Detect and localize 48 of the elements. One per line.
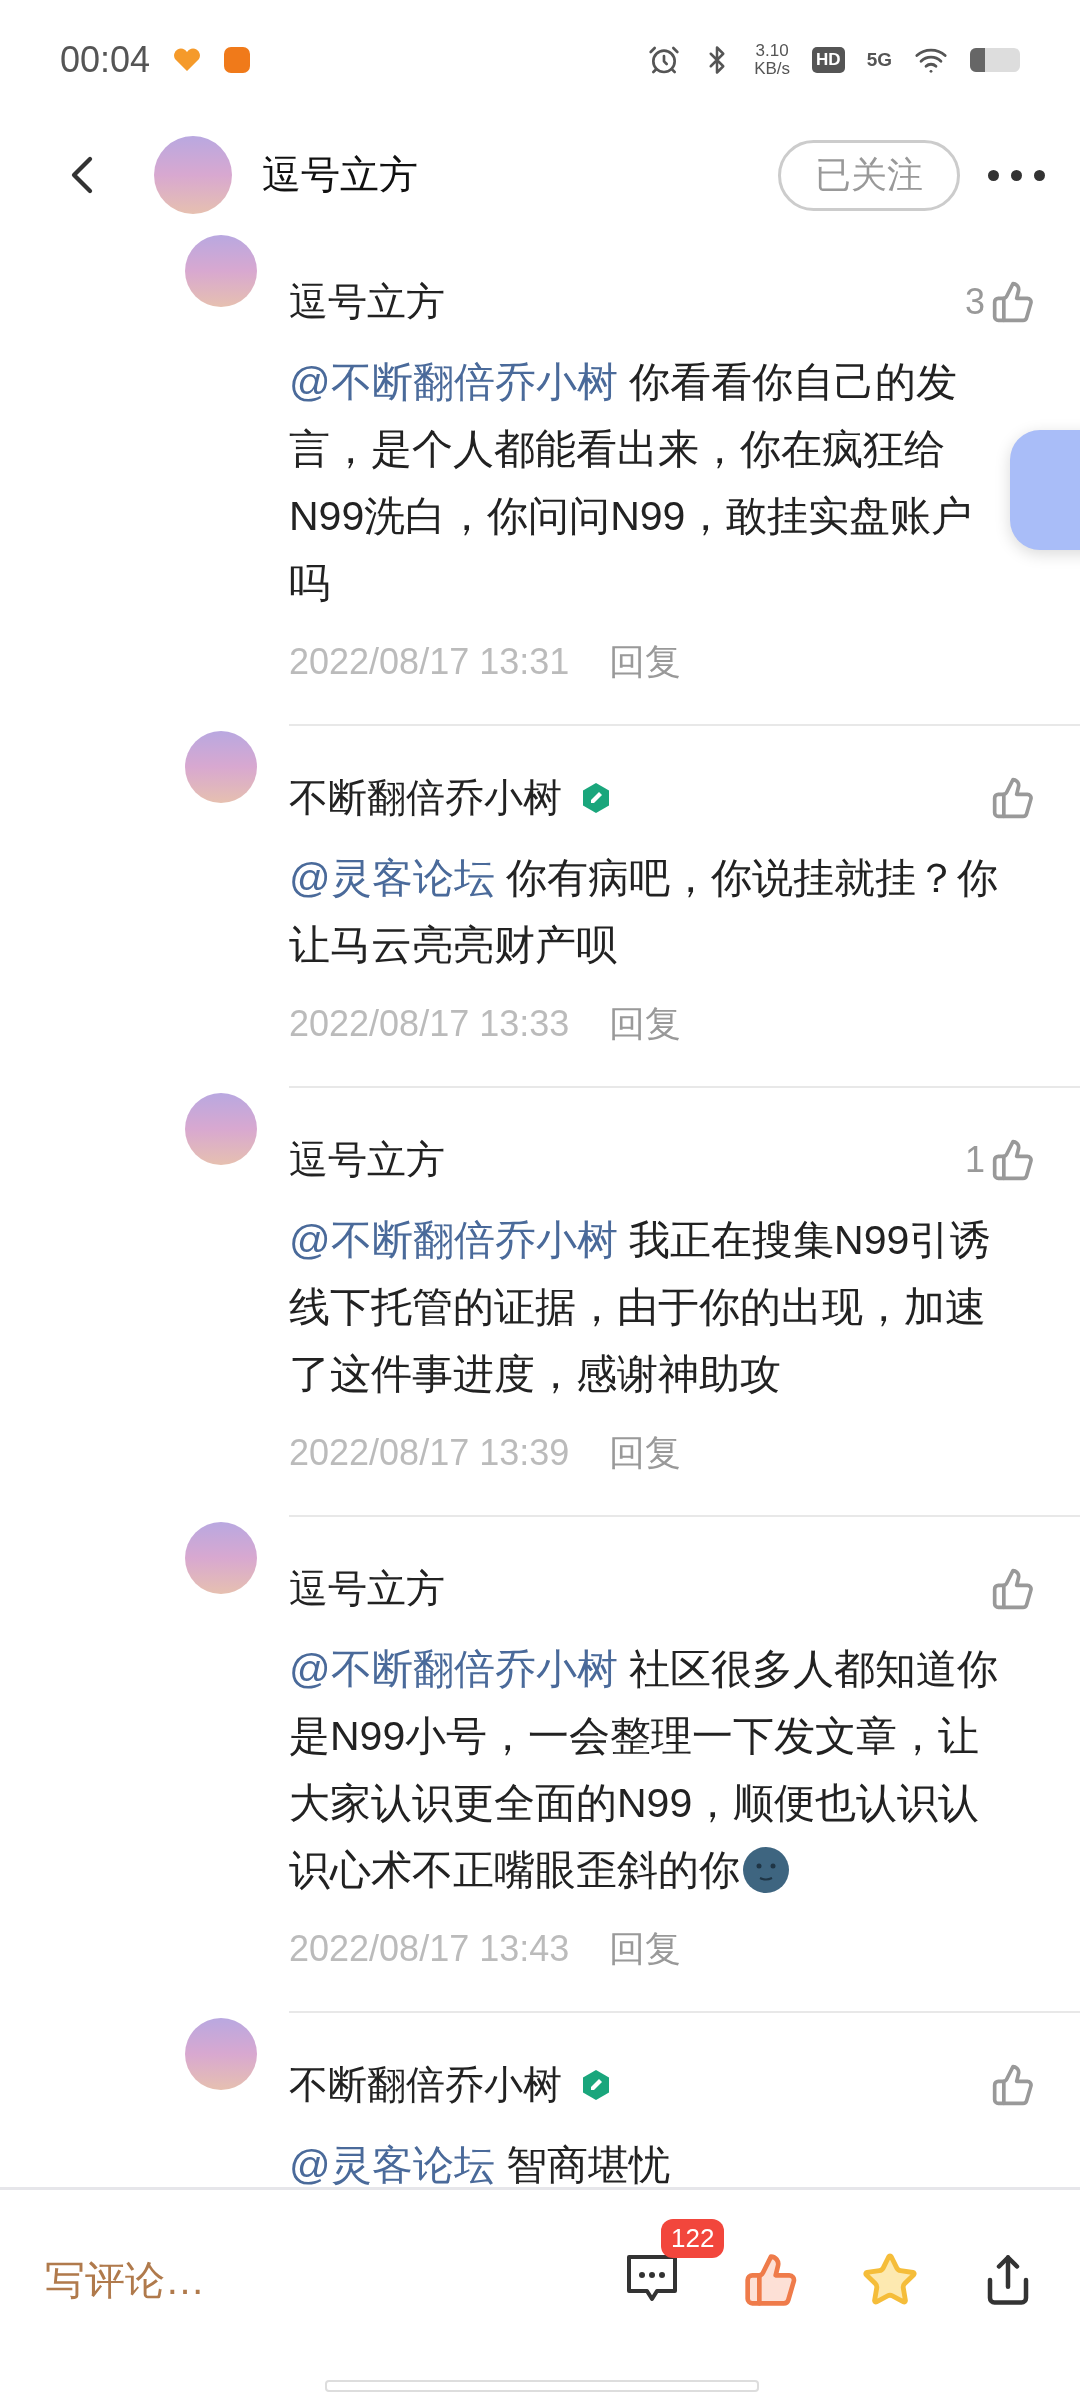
like-button[interactable]: 1 (964, 1138, 1035, 1182)
reply-button[interactable]: 回复 (609, 1428, 682, 1478)
comment-date: 2022/08/17 13:43 (289, 1928, 570, 1970)
mention-link[interactable]: @灵客论坛 (289, 855, 495, 901)
mention-link[interactable]: @不断翻倍乔小树 (289, 1217, 618, 1263)
like-button[interactable] (991, 776, 1035, 820)
thumbs-up-icon (991, 1567, 1035, 1611)
thumbs-up-icon (991, 776, 1035, 820)
reply-button[interactable]: 回复 (609, 999, 682, 1049)
comment-text: @不断翻倍乔小树 我正在搜集N99引诱线下托管的证据，由于你的出现，加速了这件事进度，感谢神助攻 (289, 1216, 993, 1399)
page-title: 逗号立方 (262, 152, 418, 198)
reply-button[interactable]: 回复 (609, 637, 682, 687)
like-button[interactable] (991, 1567, 1035, 1611)
mention-link[interactable]: @灵客论坛 (289, 2142, 495, 2187)
mention-link[interactable]: @不断翻倍乔小树 (289, 359, 618, 405)
comment-date: 2022/08/17 13:31 (289, 641, 570, 683)
battery-icon (970, 48, 1020, 72)
comment-text: @不断翻倍乔小树 社区很多人都知道你是N99小号，一会整理一下发文章，让大家认识更全面的N99，顺便也认识认识心术不正嘴眼歪斜的你 (289, 1645, 1000, 1896)
network-speed: 3.10 (755, 42, 789, 60)
reply-button[interactable]: 回复 (609, 1924, 682, 1974)
comment-author: 不断翻倍乔小树 (289, 775, 562, 821)
comment-author: 逗号立方 (289, 1566, 445, 1612)
comment-author: 逗号立方 (289, 1137, 445, 1183)
comment-date: 2022/08/17 13:33 (289, 1003, 570, 1045)
comment-date: 2022/08/17 13:39 (289, 1432, 570, 1474)
comment-text: @灵客论坛 智商堪忧 (289, 2141, 672, 2187)
hd-badge: HD (812, 47, 845, 73)
network-speed-unit: KB/s (754, 60, 791, 78)
following-button[interactable]: 已关注 (778, 139, 960, 211)
like-button[interactable] (743, 2252, 799, 2308)
app-logo-icon (224, 47, 251, 73)
network-type: 5G (866, 49, 892, 71)
like-button[interactable] (991, 2063, 1035, 2107)
heart-app-icon (172, 47, 203, 73)
comment-count-badge: 122 (661, 2219, 725, 2258)
status-time: 00:04 (60, 39, 151, 81)
comment-input-field[interactable]: 写评论… (45, 2252, 561, 2308)
thumbs-up-icon (991, 2063, 1035, 2107)
alarm-icon (648, 44, 681, 76)
mention-link[interactable]: @不断翻倍乔小树 (289, 1646, 618, 1692)
comment-text: @灵客论坛 你有病吧，你说挂就挂？你让马云亮亮财产呗 (289, 854, 1000, 970)
thumbs-up-icon (743, 2252, 799, 2308)
comment-author: 逗号立方 (289, 279, 445, 325)
comment-author: 不断翻倍乔小树 (289, 2062, 562, 2108)
thumbs-up-icon (991, 280, 1035, 324)
like-button[interactable]: 3 (964, 280, 1035, 324)
thumbs-up-icon (991, 1138, 1035, 1182)
comment-text: @不断翻倍乔小树 你看看你自己的发言，是个人都能看出来，你在疯狂给N99洗白，你问问N99，敢挂实盘账户吗 (289, 358, 974, 608)
